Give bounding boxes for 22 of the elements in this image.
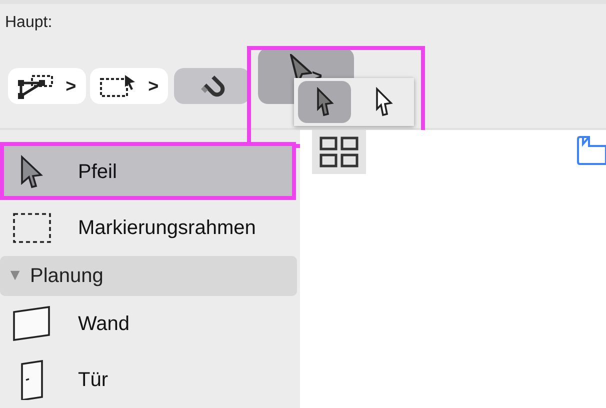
group-header[interactable]: ▼ Planung [0, 256, 297, 296]
disclosure-triangle-icon: ▼ [0, 267, 30, 285]
document-icon[interactable] [576, 136, 606, 166]
arrow-icon [374, 87, 394, 117]
tool-button[interactable]: > [90, 68, 168, 104]
grid-button[interactable] [312, 130, 366, 174]
grid-icon [319, 136, 359, 168]
popup-tool-button[interactable] [298, 81, 351, 123]
marquee-select-icon [99, 74, 138, 98]
marquee-icon [12, 212, 52, 244]
chevron-icon: > [148, 76, 159, 96]
tool-list-item[interactable]: Wand [0, 296, 294, 352]
tool-list-item[interactable]: Tür [0, 352, 294, 408]
arrow-icon [314, 87, 334, 117]
chevron-icon: > [66, 76, 76, 96]
group-label: Planung [30, 264, 104, 288]
toolbar-title: Haupt: [5, 14, 52, 32]
tool-button[interactable]: > [8, 68, 86, 104]
tool-list-item[interactable]: Markierungsrahmen [0, 200, 294, 256]
tool-button[interactable] [174, 68, 250, 104]
wall-icon [12, 306, 52, 342]
node-select-icon [18, 73, 54, 99]
